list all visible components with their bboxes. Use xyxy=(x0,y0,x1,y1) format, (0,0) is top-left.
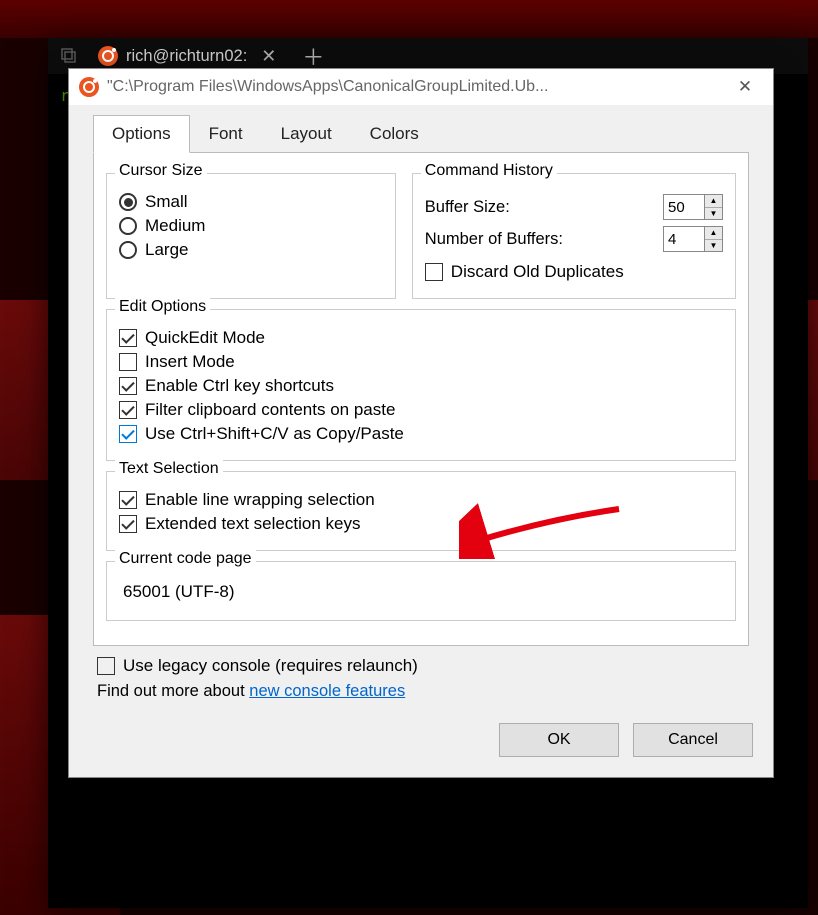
checkbox-icon xyxy=(97,657,115,675)
spin-up-icon[interactable]: ▲ xyxy=(705,227,722,240)
ubuntu-icon xyxy=(79,77,99,97)
num-buffers-stepper[interactable]: ▲▼ xyxy=(663,226,723,252)
text-selection-group: Text Selection Enable line wrapping sele… xyxy=(106,471,736,551)
dialog-title: "C:\Program Files\WindowsApps\CanonicalG… xyxy=(107,78,723,96)
radio-icon xyxy=(119,241,137,259)
options-panel: Cursor Size Small Medium Large Command H… xyxy=(93,152,749,646)
ctrl-shortcuts-checkbox[interactable]: Enable Ctrl key shortcuts xyxy=(119,376,723,396)
radio-icon xyxy=(119,193,137,211)
line-wrap-selection-checkbox[interactable]: Enable line wrapping selection xyxy=(119,490,723,510)
spin-down-icon[interactable]: ▼ xyxy=(705,208,722,220)
checkbox-icon xyxy=(119,515,137,533)
ubuntu-icon xyxy=(98,46,118,66)
code-page-value: 65001 (UTF-8) xyxy=(119,576,723,608)
tab-font[interactable]: Font xyxy=(190,115,262,153)
cancel-button[interactable]: Cancel xyxy=(633,723,753,757)
checkbox-icon xyxy=(119,353,137,371)
dialog-tabs: Options Font Layout Colors xyxy=(69,105,773,153)
spin-down-icon[interactable]: ▼ xyxy=(705,240,722,252)
spin-up-icon[interactable]: ▲ xyxy=(705,195,722,208)
tab-layout[interactable]: Layout xyxy=(262,115,351,153)
legacy-info-text: Find out more about new console features xyxy=(97,682,749,701)
group-title: Cursor Size xyxy=(115,162,207,180)
num-buffers-input[interactable] xyxy=(663,226,705,252)
dialog-button-bar: OK Cancel xyxy=(69,707,773,777)
cursor-size-large[interactable]: Large xyxy=(119,240,383,260)
close-icon[interactable]: ✕ xyxy=(261,46,276,67)
group-title: Text Selection xyxy=(115,460,223,478)
checkbox-icon xyxy=(425,263,443,281)
checkbox-icon xyxy=(119,329,137,347)
group-title: Command History xyxy=(421,162,557,180)
ok-button[interactable]: OK xyxy=(499,723,619,757)
new-console-features-link[interactable]: new console features xyxy=(249,682,405,700)
terminal-tab-title: rich@richturn02: xyxy=(126,47,247,66)
quickedit-checkbox[interactable]: QuickEdit Mode xyxy=(119,328,723,348)
extended-keys-checkbox[interactable]: Extended text selection keys xyxy=(119,514,723,534)
buffer-size-input[interactable] xyxy=(663,194,705,220)
command-history-group: Command History Buffer Size: ▲▼ Number o… xyxy=(412,173,736,299)
legacy-console-checkbox[interactable]: Use legacy console (requires relaunch) xyxy=(97,656,749,676)
edit-options-group: Edit Options QuickEdit Mode Insert Mode … xyxy=(106,309,736,461)
cursor-size-small[interactable]: Small xyxy=(119,192,383,212)
filter-clipboard-checkbox[interactable]: Filter clipboard contents on paste xyxy=(119,400,723,420)
buffer-size-stepper[interactable]: ▲▼ xyxy=(663,194,723,220)
radio-icon xyxy=(119,217,137,235)
properties-dialog: "C:\Program Files\WindowsApps\CanonicalG… xyxy=(68,68,774,778)
tab-options[interactable]: Options xyxy=(93,115,190,153)
dialog-titlebar[interactable]: "C:\Program Files\WindowsApps\CanonicalG… xyxy=(69,69,773,105)
checkbox-icon xyxy=(119,377,137,395)
group-title: Edit Options xyxy=(115,298,210,316)
checkbox-icon xyxy=(119,491,137,509)
num-buffers-label: Number of Buffers: xyxy=(425,230,563,249)
buffer-size-label: Buffer Size: xyxy=(425,198,510,217)
checkbox-icon xyxy=(119,425,137,443)
tab-colors[interactable]: Colors xyxy=(351,115,438,153)
dialog-close-button[interactable]: ✕ xyxy=(723,77,767,97)
cursor-size-medium[interactable]: Medium xyxy=(119,216,383,236)
code-page-group: Current code page 65001 (UTF-8) xyxy=(106,561,736,621)
ctrl-shift-cv-checkbox[interactable]: Use Ctrl+Shift+C/V as Copy/Paste xyxy=(119,424,723,444)
discard-duplicates-checkbox[interactable]: Discard Old Duplicates xyxy=(425,262,723,282)
insert-mode-checkbox[interactable]: Insert Mode xyxy=(119,352,723,372)
checkbox-icon xyxy=(119,401,137,419)
group-title: Current code page xyxy=(115,550,256,568)
cursor-size-group: Cursor Size Small Medium Large xyxy=(106,173,396,299)
tabs-overview-icon[interactable] xyxy=(60,47,78,65)
